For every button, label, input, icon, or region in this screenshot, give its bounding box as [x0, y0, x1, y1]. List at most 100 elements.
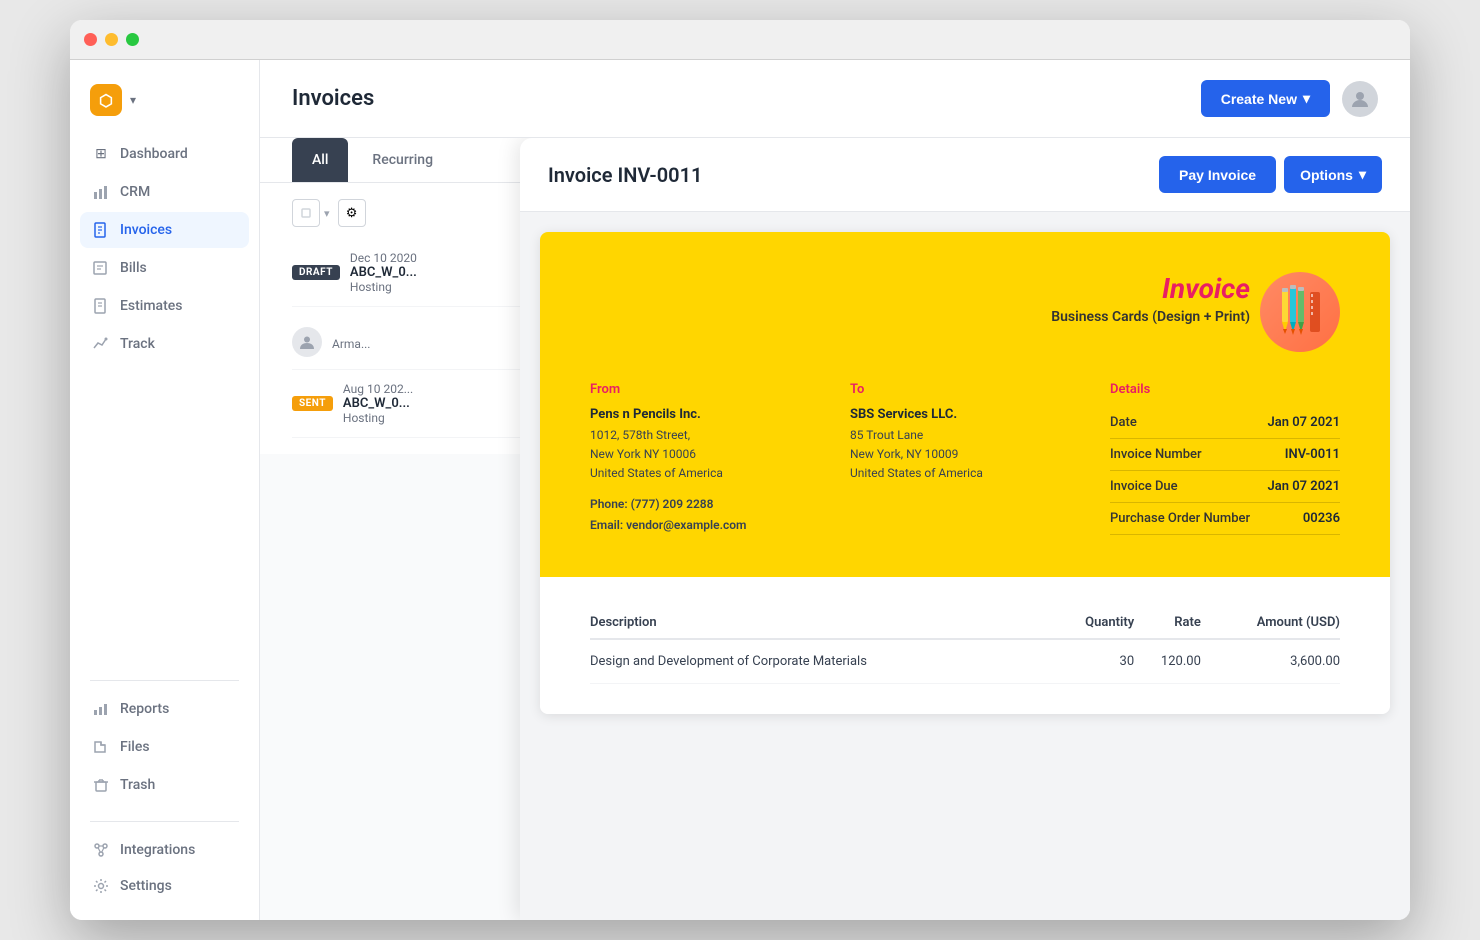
tab-recurring[interactable]: Recurring — [352, 138, 453, 182]
contact-avatar — [292, 327, 322, 357]
trash-icon — [92, 776, 110, 794]
header-right: Create New ▾ — [1201, 80, 1378, 117]
app-logo-icon: ⬡ — [90, 84, 122, 116]
sidebar-item-label: Files — [120, 739, 150, 755]
cell-description: Design and Development of Corporate Mate… — [590, 639, 1052, 684]
sidebar-item-integrations[interactable]: Integrations — [80, 832, 249, 868]
track-icon — [92, 335, 110, 353]
details-section: Details Date Jan 07 2021 Invoice Number — [1110, 382, 1340, 537]
user-avatar[interactable] — [1342, 81, 1378, 117]
invoice-illustration — [1260, 272, 1340, 352]
col-amount: Amount (USD) — [1201, 607, 1340, 639]
invoice-table-section: Description Quantity Rate Amount (USD) D… — [540, 577, 1390, 714]
sidebar-item-bills[interactable]: Bills — [80, 250, 249, 286]
pay-invoice-button[interactable]: Pay Invoice — [1159, 156, 1276, 193]
detail-row-due: Invoice Due Jan 07 2021 — [1110, 471, 1340, 503]
status-badge: SENT — [292, 396, 333, 411]
close-button[interactable] — [84, 33, 97, 46]
options-button[interactable]: Options ▾ — [1284, 156, 1382, 193]
invoice-detail-panel: Invoice INV-0011 Pay Invoice Options ▾ — [520, 138, 1410, 920]
sidebar-item-settings[interactable]: Settings — [80, 868, 249, 904]
to-section: To SBS Services LLC. 85 Trout Lane New Y… — [850, 382, 1080, 537]
create-new-button[interactable]: Create New ▾ — [1201, 80, 1330, 117]
sidebar-logo[interactable]: ⬡ ▾ — [70, 76, 259, 136]
app-window: ⬡ ▾ ⊞ Dashboard CRM — [70, 20, 1410, 920]
detail-row-number: Invoice Number INV-0011 — [1110, 439, 1340, 471]
to-label: To — [850, 382, 1080, 397]
sidebar-item-label: Trash — [120, 777, 155, 793]
chevron-down-icon: ▾ — [1359, 166, 1366, 183]
cell-rate: 120.00 — [1134, 639, 1201, 684]
invoice-word: Invoice — [1162, 272, 1250, 305]
integrations-icon — [92, 841, 110, 859]
panel-actions: Pay Invoice Options ▾ — [1159, 156, 1382, 193]
to-address: 85 Trout Lane New York, NY 10009 United … — [850, 426, 1080, 484]
select-all-checkbox[interactable] — [292, 199, 320, 227]
detail-row-po: Purchase Order Number 00236 — [1110, 503, 1340, 535]
from-contact: Phone: (777) 209 2288 Email: vendor@exam… — [590, 494, 820, 537]
main-content-area: Invoices Create New ▾ — [260, 60, 1410, 920]
reports-icon — [92, 700, 110, 718]
col-quantity: Quantity — [1052, 607, 1134, 639]
invoice-subtitle: Business Cards (Design + Print) — [1051, 309, 1250, 325]
sidebar-item-label: CRM — [120, 184, 150, 200]
chevron-down-icon: ▾ — [1303, 90, 1310, 107]
from-section: From Pens n Pencils Inc. 1012, 578th Str… — [590, 382, 820, 537]
page-title: Invoices — [292, 86, 374, 111]
main-content: All Recurring ▾ ⚙ — [260, 138, 1410, 920]
minimize-button[interactable] — [105, 33, 118, 46]
files-icon — [92, 738, 110, 756]
sidebar-item-reports[interactable]: Reports — [80, 691, 249, 727]
details-rows: Date Jan 07 2021 Invoice Number INV-0011 — [1110, 407, 1340, 535]
cell-quantity: 30 — [1052, 639, 1134, 684]
invoice-document: Invoice Business Cards (Design + Print) — [540, 232, 1390, 714]
sidebar-item-dashboard[interactable]: ⊞ Dashboard — [80, 136, 249, 172]
sidebar-item-track[interactable]: Track — [80, 326, 249, 362]
invoice-yellow-section: Invoice Business Cards (Design + Print) — [540, 232, 1390, 577]
bills-icon — [92, 259, 110, 277]
sidebar-item-label: Bills — [120, 260, 147, 276]
invoice-line-items-table: Description Quantity Rate Amount (USD) D… — [590, 607, 1340, 684]
sidebar-item-invoices[interactable]: Invoices — [80, 212, 249, 248]
table-settings-button[interactable]: ⚙ — [338, 199, 366, 227]
estimates-icon — [92, 297, 110, 315]
panel-header: Invoice INV-0011 Pay Invoice Options ▾ — [520, 138, 1410, 212]
sidebar-item-label: Track — [120, 336, 155, 352]
sidebar-item-files[interactable]: Files — [80, 729, 249, 765]
from-label: From — [590, 382, 820, 397]
col-rate: Rate — [1134, 607, 1201, 639]
detail-row-date: Date Jan 07 2021 — [1110, 407, 1340, 439]
sidebar-divider-2 — [90, 821, 239, 822]
from-address: 1012, 578th Street, New York NY 10006 Un… — [590, 426, 820, 484]
sidebar-item-label: Integrations — [120, 842, 195, 858]
main-header: Invoices Create New ▾ — [260, 60, 1410, 138]
crm-icon — [92, 183, 110, 201]
sidebar: ⬡ ▾ ⊞ Dashboard CRM — [70, 60, 260, 920]
sidebar-item-label: Reports — [120, 701, 169, 717]
cell-amount: 3,600.00 — [1201, 639, 1340, 684]
table-row: Design and Development of Corporate Mate… — [590, 639, 1340, 684]
to-company: SBS Services LLC. — [850, 407, 1080, 422]
sidebar-item-label: Invoices — [120, 222, 172, 238]
sidebar-item-estimates[interactable]: Estimates — [80, 288, 249, 324]
status-badge: DRAFT — [292, 265, 340, 280]
invoices-icon — [92, 221, 110, 239]
details-label: Details — [1110, 382, 1340, 397]
sidebar-item-crm[interactable]: CRM — [80, 174, 249, 210]
sidebar-nav: ⊞ Dashboard CRM — [70, 136, 259, 670]
sidebar-item-label: Dashboard — [120, 146, 188, 162]
sidebar-item-trash[interactable]: Trash — [80, 767, 249, 803]
gear-icon — [92, 877, 110, 895]
contact-name: Arma... — [332, 337, 370, 351]
sidebar-bottom-nav: Reports Files — [70, 691, 259, 803]
titlebar — [70, 20, 1410, 60]
maximize-button[interactable] — [126, 33, 139, 46]
sidebar-divider — [90, 680, 239, 681]
invoice-address-grid: From Pens n Pencils Inc. 1012, 578th Str… — [590, 382, 1340, 537]
sidebar-item-label: Estimates — [120, 298, 182, 314]
dashboard-icon: ⊞ — [92, 145, 110, 163]
sidebar-item-label: Settings — [120, 878, 172, 894]
col-description: Description — [590, 607, 1052, 639]
invoice-panel-title: Invoice INV-0011 — [548, 163, 702, 187]
tab-all[interactable]: All — [292, 138, 348, 182]
